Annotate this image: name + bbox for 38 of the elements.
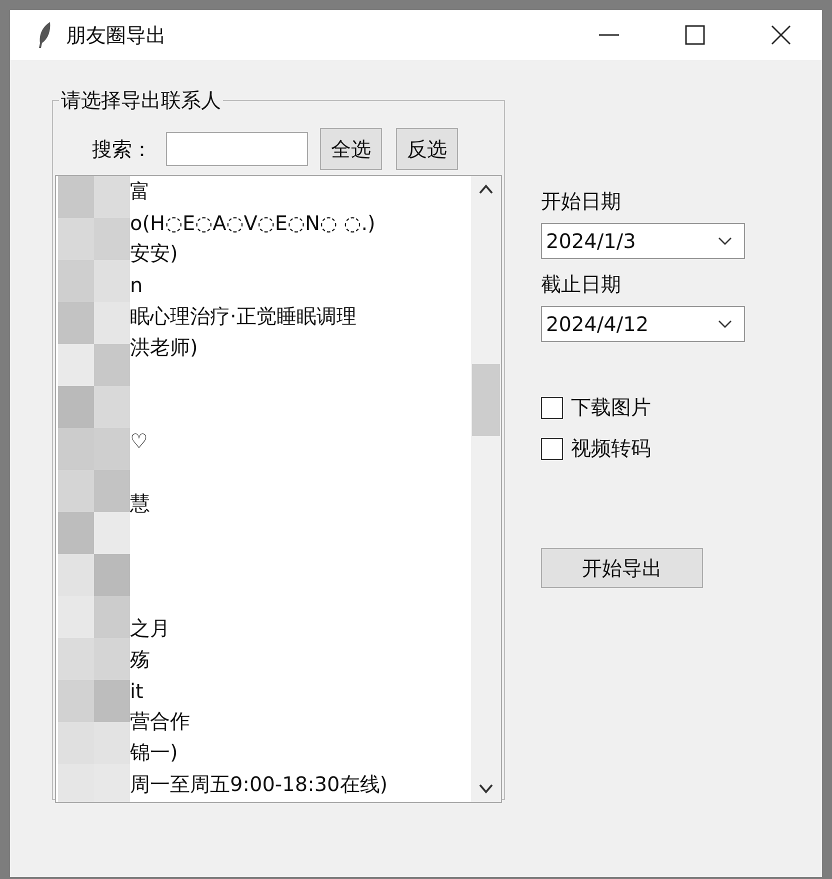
- select-button[interactable]: 全选: [320, 128, 382, 170]
- contact-item[interactable]: it: [130, 678, 144, 703]
- feather-icon: [38, 21, 52, 49]
- maximize-icon[interactable]: [684, 24, 706, 46]
- contact-item[interactable]: o(H◌E◌A◌V◌E◌N◌ ◌.): [130, 210, 376, 235]
- contact-item[interactable]: 眠心理治疗·正觉睡眠调理: [130, 302, 356, 330]
- checkbox[interactable]: [541, 396, 563, 418]
- checkbox[interactable]: [541, 438, 563, 460]
- scroll-thumb[interactable]: [472, 364, 500, 436]
- contact-item[interactable]: 安安): [130, 240, 178, 268]
- checkbox-label: 视频转码: [571, 435, 651, 462]
- end-date-label: 截止日期: [541, 271, 621, 298]
- search-label: 搜索：: [92, 136, 152, 162]
- close-icon[interactable]: [770, 24, 792, 46]
- contact-item[interactable]: ♡: [130, 429, 148, 454]
- chevron-icon: [718, 237, 732, 245]
- contact-item[interactable]: n: [130, 273, 143, 298]
- contact-item[interactable]: 之月: [130, 614, 170, 642]
- contact-item[interactable]: 殇: [130, 646, 150, 673]
- contact-item[interactable]: 锦一): [130, 739, 178, 766]
- group-label: 请选择导出联系人: [59, 89, 223, 111]
- checkbox-label: 下载图片: [571, 394, 651, 421]
- contact-item[interactable]: 富: [130, 178, 150, 206]
- contact-item[interactable]: 洪老师): [130, 334, 198, 362]
- search-field[interactable]: [166, 132, 308, 166]
- export-button[interactable]: 开始导出: [541, 548, 703, 588]
- window-title: 朋友圈导出: [66, 22, 166, 48]
- contact-item[interactable]: 慧: [130, 490, 150, 517]
- start-date-label: 开始日期: [541, 188, 621, 215]
- select-button[interactable]: 反选: [396, 128, 458, 170]
- scroll-down-icon[interactable]: [479, 784, 493, 794]
- end-date-dropdown[interactable]: 2024/4/12: [541, 306, 745, 342]
- contact-item[interactable]: 周一至周五9:00-18:30在线): [130, 770, 388, 798]
- scroll-up-icon[interactable]: [479, 184, 493, 194]
- start-date-dropdown[interactable]: 2024/1/3: [541, 223, 745, 259]
- scrollbar[interactable]: [471, 176, 501, 802]
- contact-item[interactable]: 营合作: [130, 708, 190, 736]
- chevron-icon: [718, 320, 732, 328]
